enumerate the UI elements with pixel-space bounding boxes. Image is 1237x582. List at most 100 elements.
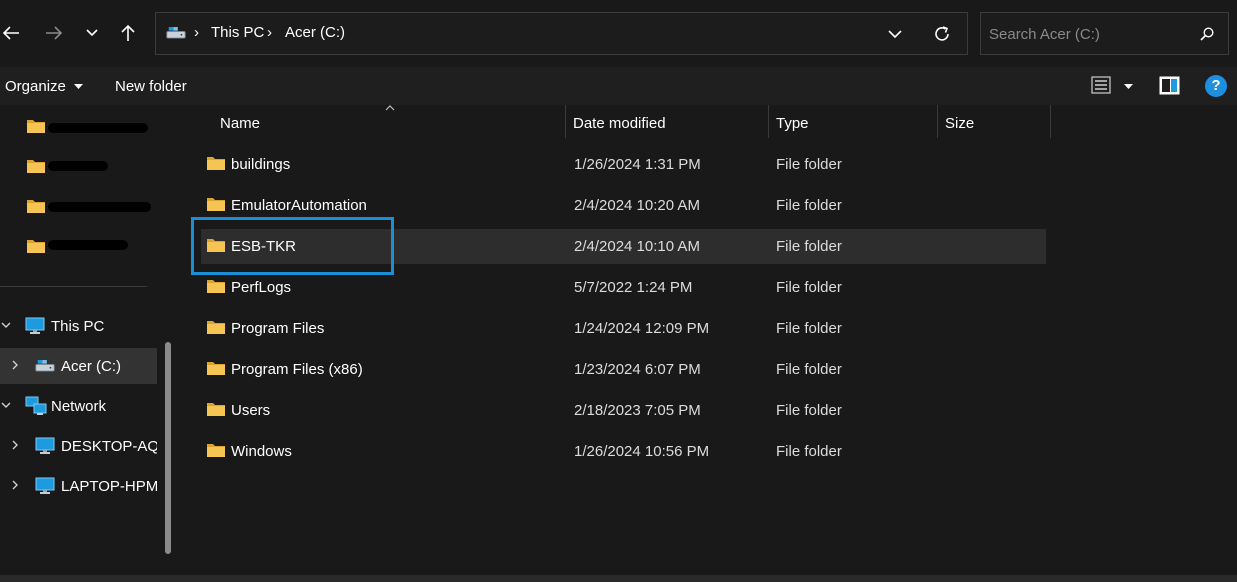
navigation-pane: This PC Acer (C:) Network DESKTOP-AQI6 <box>0 105 180 575</box>
nav-item-label: Network <box>51 398 107 415</box>
column-divider[interactable] <box>768 105 769 138</box>
file-name: PerfLogs <box>231 279 292 296</box>
file-row[interactable]: Users 2/18/2023 7:05 PM File folder <box>201 393 1046 428</box>
file-name: Users <box>231 402 271 419</box>
nav-item-desktop[interactable]: DESKTOP-AQI6 <box>0 428 157 464</box>
folder-icon <box>206 278 226 294</box>
highlight-box <box>191 217 394 275</box>
organize-button[interactable]: Organize <box>5 78 84 95</box>
breadcrumb-this-pc[interactable]: This PC <box>211 24 264 41</box>
nav-item-laptop[interactable]: LAPTOP-HPMP <box>0 468 157 504</box>
chevron-down-icon[interactable] <box>888 30 902 39</box>
redacted-label <box>48 161 108 171</box>
column-header-name[interactable]: Name <box>220 115 260 132</box>
column-divider[interactable] <box>565 105 566 138</box>
file-type: File folder <box>776 402 842 419</box>
column-header-size[interactable]: Size <box>945 115 974 132</box>
file-type: File folder <box>776 279 842 296</box>
file-type: File folder <box>776 320 842 337</box>
redacted-label <box>48 240 128 250</box>
breadcrumb-separator-icon[interactable]: › <box>194 24 199 41</box>
sort-ascending-icon <box>385 105 395 111</box>
caret-down-icon[interactable] <box>1124 84 1133 90</box>
nav-item-this-pc[interactable]: This PC <box>0 308 157 344</box>
arrow-left-icon <box>2 26 19 40</box>
file-date: 2/4/2024 10:10 AM <box>574 238 700 255</box>
file-name: Windows <box>231 443 292 460</box>
file-name: Program Files (x86) <box>231 361 363 378</box>
address-toolbar: › This PC › Acer (C:) <box>0 0 1237 67</box>
chevron-right-icon[interactable] <box>9 359 21 371</box>
breadcrumb-separator-icon[interactable]: › <box>267 24 272 41</box>
caret-down-icon <box>74 84 84 90</box>
computer-icon <box>35 437 55 455</box>
chevron-down-icon <box>86 29 98 37</box>
nav-item-label: This PC <box>51 318 105 335</box>
column-divider[interactable] <box>937 105 938 138</box>
command-bar: Organize New folder ? <box>0 67 1237 105</box>
file-date: 2/4/2024 10:20 AM <box>574 197 700 214</box>
computer-icon <box>35 477 55 495</box>
folder-icon <box>26 118 46 134</box>
folder-icon <box>206 401 226 417</box>
file-row[interactable]: buildings 1/26/2024 1:31 PM File folder <box>201 147 1046 182</box>
forward-button[interactable] <box>39 18 69 48</box>
new-folder-button[interactable]: New folder <box>115 78 187 95</box>
drive-icon <box>35 358 55 373</box>
network-icon <box>25 396 47 415</box>
status-bar <box>0 575 1237 582</box>
redacted-label <box>48 202 151 212</box>
organize-label: Organize <box>5 78 66 95</box>
quick-access-item[interactable] <box>0 228 157 264</box>
redacted-label <box>48 123 148 133</box>
quick-access-item[interactable] <box>0 188 157 224</box>
quick-access-item[interactable] <box>0 108 157 144</box>
file-list: Name Date modified Type Size buildings 1… <box>181 105 1237 575</box>
file-name: buildings <box>231 156 291 173</box>
column-divider[interactable] <box>1050 105 1051 138</box>
back-button[interactable] <box>0 18 26 48</box>
search-box[interactable] <box>980 12 1229 55</box>
address-bar[interactable]: › This PC › Acer (C:) <box>155 12 968 55</box>
file-date: 1/26/2024 1:31 PM <box>574 156 701 173</box>
column-header-type[interactable]: Type <box>776 115 809 132</box>
file-name: EmulatorAutomation <box>231 197 367 214</box>
drive-icon <box>166 25 186 40</box>
up-button[interactable] <box>113 18 143 48</box>
file-type: File folder <box>776 238 842 255</box>
chevron-down-icon[interactable] <box>0 399 12 411</box>
refresh-icon[interactable] <box>933 25 951 43</box>
folder-icon <box>206 442 226 458</box>
folder-icon <box>206 360 226 376</box>
file-row[interactable]: Windows 1/26/2024 10:56 PM File folder <box>201 434 1046 469</box>
column-header-date[interactable]: Date modified <box>573 115 666 132</box>
chevron-right-icon[interactable] <box>9 479 21 491</box>
file-type: File folder <box>776 197 842 214</box>
preview-pane-icon[interactable] <box>1159 76 1180 95</box>
computer-icon <box>25 317 45 335</box>
help-icon[interactable]: ? <box>1205 75 1227 97</box>
file-date: 1/24/2024 12:09 PM <box>574 320 710 337</box>
file-row[interactable]: Program Files 1/24/2024 12:09 PM File fo… <box>201 311 1046 346</box>
nav-item-acer-c[interactable]: Acer (C:) <box>0 348 157 384</box>
recent-locations-button[interactable] <box>77 18 107 48</box>
folder-icon <box>206 196 226 212</box>
file-date: 2/18/2023 7:05 PM <box>574 402 701 419</box>
nav-item-network[interactable]: Network <box>0 388 157 424</box>
nav-scrollbar[interactable] <box>165 342 171 554</box>
folder-icon <box>206 155 226 171</box>
chevron-down-icon[interactable] <box>0 319 12 331</box>
file-row[interactable]: Program Files (x86) 1/23/2024 6:07 PM Fi… <box>201 352 1046 387</box>
details-view-icon <box>1091 76 1111 94</box>
chevron-right-icon[interactable] <box>9 439 21 451</box>
search-input[interactable] <box>989 23 1189 45</box>
quick-access-item[interactable] <box>0 148 157 184</box>
view-options-button[interactable] <box>1091 76 1113 96</box>
breadcrumb-acer-c[interactable]: Acer (C:) <box>285 24 345 41</box>
search-icon[interactable] <box>1200 27 1214 41</box>
file-date: 1/26/2024 10:56 PM <box>574 443 710 460</box>
nav-divider <box>0 286 147 287</box>
file-name: Program Files <box>231 320 325 337</box>
file-row[interactable]: PerfLogs 5/7/2022 1:24 PM File folder <box>201 270 1046 305</box>
folder-icon <box>26 238 46 254</box>
